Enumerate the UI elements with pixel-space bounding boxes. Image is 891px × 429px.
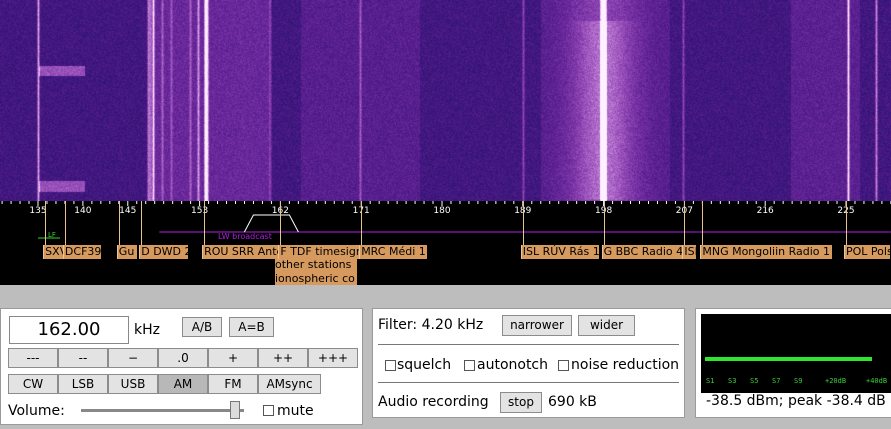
volume-slider[interactable] [81,401,244,419]
waterfall-display[interactable] [0,0,891,201]
station-marker-line [684,201,686,251]
smeter-scale-label: +20dB [825,377,847,385]
smeter-scale-label: S7 [772,377,781,385]
smeter-scale-label: +40dB [866,377,888,385]
noise-reduction-label: noise reduction [571,357,680,373]
station-label[interactable]: G BBC Radio 4 [601,245,682,259]
step-down-medium-button[interactable]: -- [58,348,108,368]
wider-button[interactable]: wider [578,315,635,336]
a-equals-b-button[interactable]: A=B [229,317,274,337]
station-marker-line [361,201,363,251]
tick-label: 140 [74,206,92,216]
station-marker-line [118,201,120,251]
recording-size: 690 kB [548,394,597,410]
step-up-large-button[interactable]: +++ [308,348,358,368]
filter-panel: Filter: 4.20 kHz narrower wider squelch … [372,308,685,418]
tdf-ionospheric[interactable]: ionospheric co [275,273,357,285]
smeter-bar [705,357,873,361]
tick-label: 216 [756,206,774,216]
step-up-small-button[interactable]: + [208,348,258,368]
station-label[interactable]: MRC Médi 1 [359,245,428,259]
ab-button[interactable]: A/B [182,317,222,337]
squelch-label: squelch [397,357,452,373]
smeter-scale-label: S5 [750,377,759,385]
volume-label: Volume: [8,403,65,419]
station-marker-line [846,201,847,251]
mode-button-cw[interactable]: CW [8,374,58,394]
frequency-scale[interactable]: 135140145153162171180189198207216225 LW … [0,201,891,285]
station-marker-line [702,201,704,251]
station-label[interactable]: MNG Mongoliin Radio 1 [700,245,833,259]
mode-button-fm[interactable]: FM [208,374,258,394]
station-marker-line [204,201,206,251]
mute-checkbox[interactable] [263,405,274,416]
narrower-button[interactable]: narrower [502,315,572,336]
station-marker-line [603,201,605,251]
step-down-large-button[interactable]: --- [8,348,58,368]
station-label[interactable]: POL Pols [844,245,890,259]
smeter-scale-label: S3 [728,377,737,385]
tdf-other-stations[interactable]: other stations [275,259,357,273]
smeter-panel: S1 S3 S5 S7 S9 +20dB +40dB -38.5 dBm; peak -38… [695,308,891,418]
station-label[interactable]: F TDF timesign [278,245,361,259]
frequency-panel: 162.00 kHz A/B A=B --- -- − .0 + ++ +++ … [0,308,363,425]
volume-slider-thumb[interactable] [230,401,241,419]
mode-button-amsync[interactable]: AMsync [258,374,321,394]
smeter-readout: -38.5 dBm; peak -38.4 dB [706,393,886,409]
tick-label: 145 [119,206,137,216]
station-label[interactable]: ROU SRR Ante [202,245,281,259]
station-marker-line [280,201,282,251]
station-marker-line [64,201,66,251]
filter-readout: Filter: 4.20 kHz [378,317,484,333]
station-marker-line [141,201,143,251]
autonotch-label: autonotch [477,357,549,373]
mode-button-lsb[interactable]: LSB [58,374,108,394]
filter-separator-top [378,344,679,345]
stop-recording-button[interactable]: stop [500,392,542,413]
station-marker-line [522,201,524,251]
filter-separator-bottom [378,382,679,383]
station-label[interactable]: Gu [116,245,137,259]
lw-broadcast-label: LW broadcast [218,232,272,241]
step-up-medium-button[interactable]: ++ [258,348,308,368]
smeter-display: S1 S3 S5 S7 S9 +20dB +40dB [701,314,891,393]
lf-marker-label: LF [48,231,56,239]
station-label[interactable]: D DWD 2 [139,245,189,259]
station-label[interactable]: ISL [682,245,697,259]
autonotch-checkbox[interactable] [464,360,475,371]
mode-button-am[interactable]: AM [158,374,208,394]
audio-recording-label: Audio recording [378,394,489,410]
frequency-input[interactable]: 162.00 [9,316,129,344]
frequency-unit: kHz [134,322,160,338]
smeter-scale-label: S1 [706,377,715,385]
round-frequency-button[interactable]: .0 [158,348,208,368]
passband-indicator [243,214,299,233]
mute-label: mute [277,403,314,419]
step-down-small-button[interactable]: − [108,348,158,368]
noise-reduction-checkbox[interactable] [558,360,569,371]
tick-label: 153 [191,206,209,216]
tick-label: 180 [433,206,451,216]
smeter-scale-label: S9 [794,377,803,385]
squelch-checkbox[interactable] [385,360,396,371]
mode-button-usb[interactable]: USB [108,374,158,394]
tick-label: 135 [29,206,47,216]
station-label[interactable]: DCF39 [62,245,101,259]
station-label[interactable]: ISL RÚV Rás 1 [520,245,599,259]
station-marker-line [45,201,47,251]
